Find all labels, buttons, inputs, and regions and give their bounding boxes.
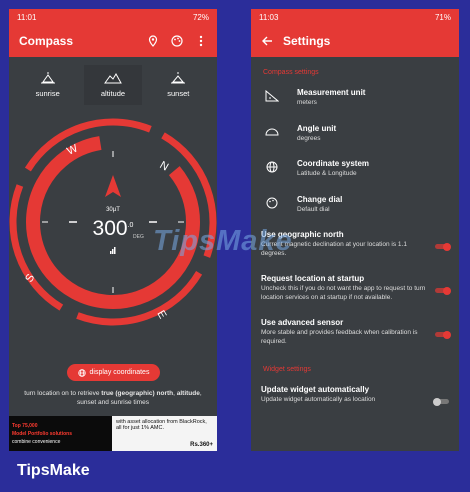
section-header-widget: Widget settings: [263, 366, 311, 373]
geographic-north-switch[interactable]: [435, 242, 451, 251]
display-coordinates-button[interactable]: display coordinates: [67, 364, 160, 381]
hint-bold: altitude: [176, 390, 200, 397]
advanced-sensor-switch[interactable]: [435, 330, 451, 339]
status-time: 11:01: [17, 12, 37, 22]
ad-subheadline: Model Portfolio solutions: [12, 430, 72, 437]
palette-icon: [261, 197, 283, 209]
compass-dial: W N S E 30µT 300.0 DEG: [9, 113, 217, 331]
back-arrow-icon[interactable]: [261, 35, 273, 47]
sunrise-icon: [40, 72, 55, 84]
setting-value: Latitude & Longitude: [297, 170, 357, 177]
ad-banner[interactable]: Top 75,000 Model Portfolio solutions com…: [9, 416, 217, 451]
app-bar: Settings: [251, 25, 459, 57]
mode-sunset[interactable]: sunset: [149, 65, 207, 105]
cardinal-n: N: [158, 159, 171, 173]
setting-name: Use advanced sensor: [261, 318, 344, 327]
protractor-icon: [261, 126, 283, 136]
setting-coordinate-system[interactable]: Coordinate system Latitude & Longitude: [251, 151, 459, 187]
setting-update-widget[interactable]: Update widget automatically Update widge…: [251, 377, 459, 413]
ad-left-panel: Top 75,000 Model Portfolio solutions com…: [9, 416, 112, 451]
ad-tagline: combine convenience: [12, 438, 61, 445]
app-title: Compass: [19, 34, 74, 48]
setting-desc: More stable and provides feedback when c…: [261, 329, 418, 345]
status-bar: 11:01 72%: [9, 9, 217, 25]
ad-body: with asset allocation from BlackRock, al…: [116, 419, 207, 431]
setting-measurement-unit[interactable]: Measurement unit meters: [251, 80, 459, 116]
app-bar: Compass: [9, 25, 217, 57]
setting-value: degrees: [297, 134, 321, 142]
more-options-icon[interactable]: [195, 35, 207, 47]
heading-value: 300: [92, 217, 128, 240]
globe-icon: [261, 161, 283, 173]
location-hint: turn location on to retrieve true (geogr…: [17, 389, 209, 407]
ad-brand: Rs.360+: [190, 442, 213, 448]
status-battery: 71%: [434, 12, 451, 22]
setting-change-dial[interactable]: Change dial Default dial: [251, 187, 459, 223]
location-pin-icon[interactable]: [147, 35, 159, 47]
mode-label: sunset: [167, 89, 190, 98]
display-coordinates-label: display coordinates: [89, 369, 150, 376]
palette-icon[interactable]: [171, 35, 183, 47]
setting-name: Coordinate system: [297, 159, 370, 168]
globe-icon: [77, 368, 86, 377]
app-title: Settings: [283, 34, 331, 48]
mode-label: altitude: [100, 89, 126, 98]
setting-name: Measurement unit: [297, 88, 366, 97]
update-widget-switch[interactable]: [433, 397, 449, 406]
setting-name: Change dial: [297, 194, 343, 204]
setting-name: Request location at startup: [261, 274, 365, 283]
section-header-compass: Compass settings: [263, 69, 319, 76]
setting-name: Angle unit: [297, 123, 337, 133]
field-strength: 30µT: [106, 207, 120, 213]
footer-brand: TipsMake: [17, 462, 90, 479]
setting-angle-unit[interactable]: Angle unit degrees: [251, 116, 459, 152]
setting-value: meters: [297, 99, 317, 106]
setting-name: Update widget automatically: [261, 385, 370, 394]
status-time: 11:03: [259, 12, 279, 22]
request-location-switch[interactable]: [435, 286, 451, 295]
sunset-icon: [171, 72, 186, 84]
watermark: TipsMake: [153, 225, 293, 257]
setting-desc: Update widget automatically as location: [261, 396, 376, 403]
mountain-icon: [104, 73, 122, 84]
hint-bold: true (geographic) north: [101, 390, 174, 397]
ad-right-panel: with asset allocation from BlackRock, al…: [112, 416, 217, 451]
setting-value: Default dial: [297, 205, 330, 213]
status-bar: 11:03 71%: [251, 9, 459, 25]
mode-label: sunrise: [35, 89, 60, 98]
hint-text: turn location on to retrieve: [24, 390, 102, 397]
mode-sunrise[interactable]: sunrise: [19, 65, 77, 105]
mode-selector: sunrise altitude sunset: [9, 65, 217, 105]
ad-headline: Top 75,000: [12, 422, 38, 429]
setting-desc: Uncheck this if you do not want the app …: [261, 285, 426, 301]
heading-unit: DEG: [133, 234, 144, 240]
setting-request-location[interactable]: Request location at startup Uncheck this…: [251, 266, 459, 310]
ruler-icon: [261, 90, 283, 102]
heading-decimal: .0: [127, 222, 134, 229]
setting-advanced-sensor[interactable]: Use advanced sensor More stable and prov…: [251, 310, 459, 354]
mode-altitude[interactable]: altitude: [83, 65, 142, 105]
status-battery: 72%: [192, 12, 209, 22]
